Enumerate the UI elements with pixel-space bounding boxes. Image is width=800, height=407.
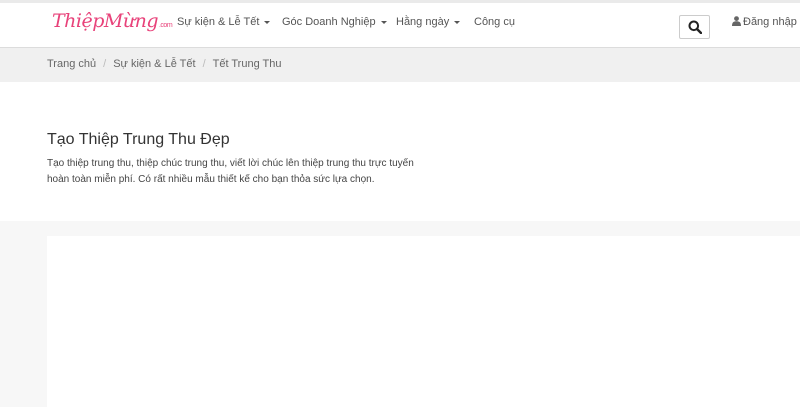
login-link[interactable]: Đăng nhập xyxy=(732,16,797,28)
breadcrumb: Trang chủ / Sự kiện & Lễ Tết / Tết Trung Thu xyxy=(0,48,800,82)
caret-down-icon xyxy=(264,20,271,24)
nav-item-hang-ngay[interactable]: Hằng ngày xyxy=(396,16,461,28)
search-icon xyxy=(688,20,702,34)
login-label: Đăng nhập xyxy=(743,16,797,28)
nav-item-label: Công cụ xyxy=(474,16,515,28)
user-icon xyxy=(732,16,741,26)
nav-item-su-kien[interactable]: Sự kiện & Lễ Tết xyxy=(177,16,271,28)
hero-section: Tạo Thiệp Trung Thu Đẹp Tạo thiệp trung … xyxy=(0,82,800,221)
nav-item-label: Sự kiện & Lễ Tết xyxy=(177,16,260,28)
breadcrumb-separator: / xyxy=(103,58,107,70)
breadcrumb-home[interactable]: Trang chủ xyxy=(47,58,96,70)
breadcrumb-su-kien[interactable]: Sự kiện & Lễ Tết xyxy=(113,58,195,70)
breadcrumb-current: Tết Trung Thu xyxy=(212,58,282,70)
caret-down-icon xyxy=(380,20,387,24)
nav-item-goc-doanh-nghiep[interactable]: Góc Doanh Nghiệp xyxy=(282,16,387,28)
caret-down-icon xyxy=(454,20,461,24)
top-navbar: ThiệpMừng.com Sự kiện & Lễ Tết Góc Doanh… xyxy=(0,0,800,48)
content-card xyxy=(47,236,800,407)
page-title: Tạo Thiệp Trung Thu Đẹp xyxy=(47,131,230,148)
site-logo[interactable]: ThiệpMừng.com xyxy=(52,10,173,32)
page-description: Tạo thiệp trung thu, thiệp chúc trung th… xyxy=(47,158,414,185)
search-button[interactable] xyxy=(679,15,710,39)
breadcrumb-separator: / xyxy=(202,58,206,70)
nav-item-cong-cu[interactable]: Công cụ xyxy=(474,16,515,28)
nav-item-label: Hằng ngày xyxy=(396,16,450,28)
nav-item-label: Góc Doanh Nghiệp xyxy=(282,16,376,28)
logo-suffix: .com xyxy=(158,22,173,29)
logo-text: ThiệpMừng xyxy=(52,10,158,32)
